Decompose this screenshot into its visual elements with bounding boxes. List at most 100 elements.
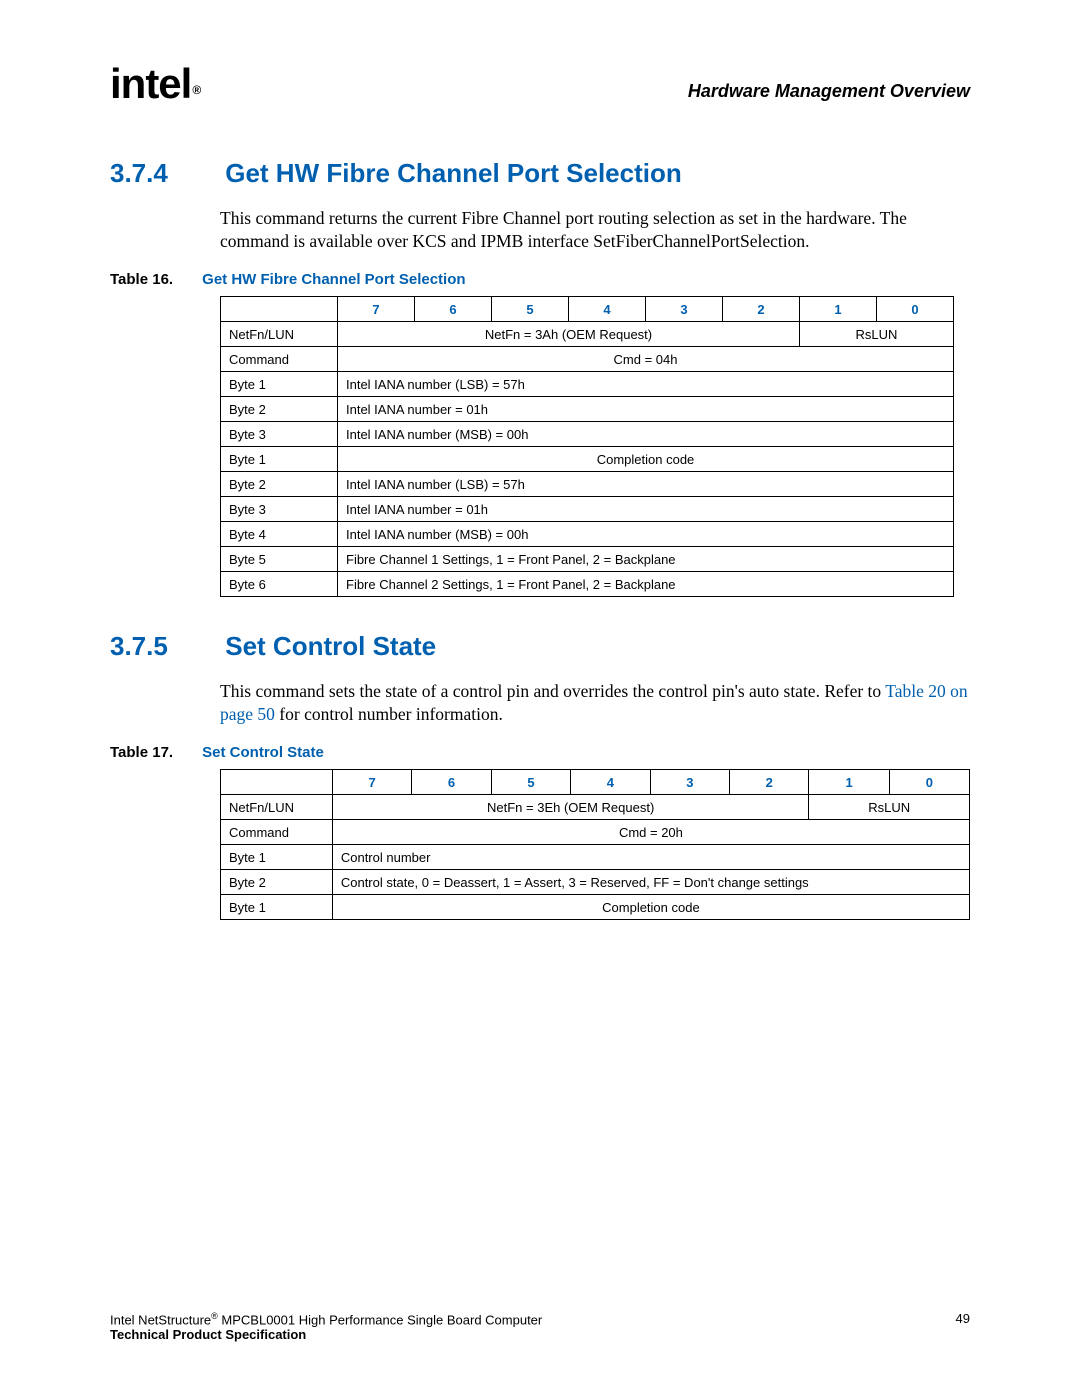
table-row: NetFn/LUNNetFn = 3Eh (OEM Request)RsLUN: [221, 795, 970, 820]
row-label: NetFn/LUN: [221, 322, 338, 347]
section-heading: 3.7.4 Get HW Fibre Channel Port Selectio…: [110, 158, 970, 189]
bit-header: 3: [646, 297, 723, 322]
table-corner-cell: [221, 770, 333, 795]
table-row: Byte 2Intel IANA number = 01h: [221, 397, 954, 422]
row-label: Byte 2: [221, 472, 338, 497]
section-heading: 3.7.5 Set Control State: [110, 631, 970, 662]
table-row: Byte 3Intel IANA number (MSB) = 00h: [221, 422, 954, 447]
row-label: Command: [221, 347, 338, 372]
table-label: Table 16.: [110, 271, 198, 288]
table-cell: Cmd = 04h: [338, 347, 954, 372]
table-row: Byte 1Control number: [221, 845, 970, 870]
table-row: Byte 2Control state, 0 = Deassert, 1 = A…: [221, 870, 970, 895]
row-label: NetFn/LUN: [221, 795, 333, 820]
intel-logo: intel®: [110, 60, 199, 108]
table-row: CommandCmd = 20h: [221, 820, 970, 845]
row-label: Command: [221, 820, 333, 845]
footer-line2: Technical Product Specification: [110, 1327, 306, 1342]
section-title: Get HW Fibre Channel Port Selection: [225, 158, 682, 188]
table-cell: Completion code: [332, 895, 969, 920]
bit-header: 5: [492, 297, 569, 322]
table-cell: Completion code: [338, 447, 954, 472]
table-title: Set Control State: [202, 744, 324, 761]
para-text-a: This command sets the state of a control…: [220, 681, 885, 701]
bit-header: 2: [730, 770, 809, 795]
bit-header: 1: [809, 770, 889, 795]
footer-line1a: Intel NetStructure: [110, 1312, 211, 1327]
running-head: Hardware Management Overview: [688, 81, 970, 102]
table-cell: Intel IANA number (MSB) = 00h: [338, 522, 954, 547]
footer-line1b: MPCBL0001 High Performance Single Board …: [218, 1312, 542, 1327]
table-cell: RsLUN: [800, 322, 954, 347]
table-cell: Intel IANA number (MSB) = 00h: [338, 422, 954, 447]
table-cell: Intel IANA number = 01h: [338, 497, 954, 522]
bit-header: 0: [889, 770, 969, 795]
table-cell: Control state, 0 = Deassert, 1 = Assert,…: [332, 870, 969, 895]
table-cell: RsLUN: [809, 795, 970, 820]
table-17: 76543210NetFn/LUNNetFn = 3Eh (OEM Reques…: [220, 769, 970, 920]
row-label: Byte 2: [221, 870, 333, 895]
bit-header: 1: [800, 297, 877, 322]
table-row: Byte 1Completion code: [221, 895, 970, 920]
table-corner-cell: [221, 297, 338, 322]
section-title: Set Control State: [225, 631, 436, 661]
table-cell: NetFn = 3Ah (OEM Request): [338, 322, 800, 347]
bit-header: 4: [571, 770, 650, 795]
table-cell: NetFn = 3Eh (OEM Request): [332, 795, 809, 820]
section-paragraph: This command returns the current Fibre C…: [220, 207, 970, 253]
table-row: CommandCmd = 04h: [221, 347, 954, 372]
logo-text: intel: [110, 60, 191, 107]
page-header: intel® Hardware Management Overview: [110, 60, 970, 108]
section-374: 3.7.4 Get HW Fibre Channel Port Selectio…: [110, 158, 970, 597]
row-label: Byte 2: [221, 397, 338, 422]
row-label: Byte 1: [221, 845, 333, 870]
table-row: Byte 3Intel IANA number = 01h: [221, 497, 954, 522]
table-row: Byte 1Completion code: [221, 447, 954, 472]
row-label: Byte 1: [221, 447, 338, 472]
row-label: Byte 1: [221, 895, 333, 920]
page-footer: Intel NetStructure® MPCBL0001 High Perfo…: [110, 1311, 970, 1342]
table-cell: Control number: [332, 845, 969, 870]
section-paragraph: This command sets the state of a control…: [220, 680, 970, 726]
table-title: Get HW Fibre Channel Port Selection: [202, 271, 465, 288]
page-number: 49: [956, 1311, 970, 1342]
bit-header: 0: [877, 297, 954, 322]
row-label: Byte 1: [221, 372, 338, 397]
bit-header: 4: [569, 297, 646, 322]
row-label: Byte 5: [221, 547, 338, 572]
bit-header: 6: [412, 770, 491, 795]
bit-header: 2: [723, 297, 800, 322]
registered-icon: ®: [211, 1311, 218, 1321]
bit-header: 3: [650, 770, 729, 795]
table-caption: Table 17. Set Control State: [110, 744, 970, 761]
table-16: 76543210NetFn/LUNNetFn = 3Ah (OEM Reques…: [220, 296, 954, 597]
table-row: Byte 1Intel IANA number (LSB) = 57h: [221, 372, 954, 397]
table-cell: Intel IANA number (LSB) = 57h: [338, 372, 954, 397]
section-number: 3.7.5: [110, 631, 218, 662]
table-cell: Cmd = 20h: [332, 820, 969, 845]
table-row: Byte 6Fibre Channel 2 Settings, 1 = Fron…: [221, 572, 954, 597]
row-label: Byte 6: [221, 572, 338, 597]
row-label: Byte 3: [221, 497, 338, 522]
table-cell: Fibre Channel 1 Settings, 1 = Front Pane…: [338, 547, 954, 572]
table-cell: Intel IANA number = 01h: [338, 397, 954, 422]
footer-left: Intel NetStructure® MPCBL0001 High Perfo…: [110, 1311, 542, 1342]
table-row: Byte 5Fibre Channel 1 Settings, 1 = Fron…: [221, 547, 954, 572]
section-375: 3.7.5 Set Control State This command set…: [110, 631, 970, 920]
bit-header: 5: [491, 770, 570, 795]
table-row: Byte 2Intel IANA number (LSB) = 57h: [221, 472, 954, 497]
row-label: Byte 3: [221, 422, 338, 447]
table-caption: Table 16. Get HW Fibre Channel Port Sele…: [110, 271, 970, 288]
bit-header: 7: [338, 297, 415, 322]
table-row: Byte 4Intel IANA number (MSB) = 00h: [221, 522, 954, 547]
bit-header: 7: [332, 770, 411, 795]
row-label: Byte 4: [221, 522, 338, 547]
table-cell: Fibre Channel 2 Settings, 1 = Front Pane…: [338, 572, 954, 597]
table-label: Table 17.: [110, 744, 198, 761]
table-cell: Intel IANA number (LSB) = 57h: [338, 472, 954, 497]
table-row: NetFn/LUNNetFn = 3Ah (OEM Request)RsLUN: [221, 322, 954, 347]
para-text-b: for control number information.: [275, 704, 503, 724]
section-number: 3.7.4: [110, 158, 218, 189]
registered-icon: ®: [192, 83, 200, 97]
bit-header: 6: [415, 297, 492, 322]
